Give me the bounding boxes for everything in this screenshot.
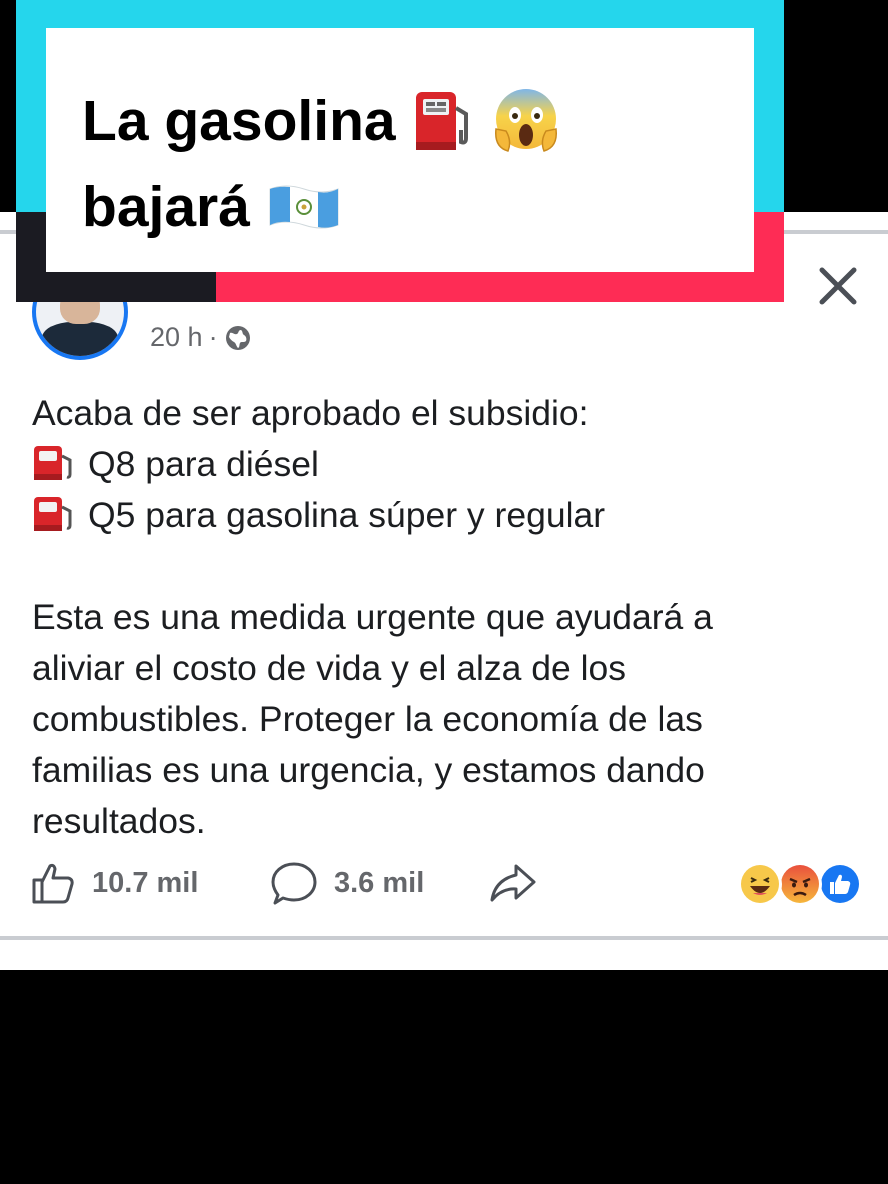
headline-text-2: bajará (82, 175, 250, 239)
next-post-sliver (0, 952, 888, 970)
paragraph-line: Esta es una medida urgente que ayudará a (32, 597, 713, 637)
close-icon[interactable] (814, 262, 862, 310)
meta-separator: · (208, 322, 218, 352)
like-count: 10.7 mil (92, 866, 199, 899)
globe-icon (225, 325, 250, 350)
headline-text-1: La gasolina (82, 89, 396, 153)
post-intro: Acaba de ser aprobado el subsidio: (32, 393, 589, 433)
fuel-pump-icon (34, 446, 72, 480)
headline-box: La gasolina bajará (46, 28, 754, 272)
reactions-summary[interactable] (738, 862, 862, 906)
like-button[interactable]: 10.7 mil (30, 860, 198, 906)
fuel-pump-icon (34, 497, 72, 531)
card-divider-bottom (0, 936, 888, 940)
headline-line-1: La gasolina (82, 78, 742, 164)
headline-line-2: bajará (82, 164, 742, 250)
subsidy-item-text: Q5 para gasolina súper y regular (88, 495, 606, 535)
share-arrow-icon (490, 864, 536, 902)
comment-count: 3.6 mil (334, 866, 425, 899)
headline: La gasolina bajará (82, 78, 742, 250)
post-timestamp[interactable]: 20 h (150, 322, 203, 353)
post-actions-bar: 10.7 mil 3.6 mil (30, 860, 862, 910)
guatemala-flag-icon (269, 185, 339, 229)
haha-icon (738, 862, 782, 906)
thumbs-up-icon (32, 863, 74, 904)
paragraph-line: aliviar el costo de vida y el alza de lo… (32, 648, 626, 688)
comment-bubble-icon (271, 862, 317, 905)
paragraph-line: combustibles. Proteger la economía de la… (32, 699, 703, 739)
screaming-face-icon (494, 89, 557, 152)
post-meta: 20 h · (150, 322, 252, 353)
paragraph-line: familias es una urgencia, y estamos dand… (32, 750, 705, 790)
paragraph-line: resultados. (32, 801, 206, 841)
subsidy-item-text: Q8 para diésel (88, 444, 319, 484)
share-button[interactable] (488, 860, 538, 906)
facebook-post-card: ​ 20 h · Acaba de ser aprobado el subsid… (0, 212, 888, 970)
post-body: Acaba de ser aprobado el subsidio: Q8 pa… (32, 388, 862, 847)
subsidy-item: Q8 para diésel (32, 439, 862, 490)
screen: ​ 20 h · Acaba de ser aprobado el subsid… (0, 0, 888, 1184)
comment-button[interactable]: 3.6 mil (270, 860, 424, 906)
angry-icon (778, 862, 822, 906)
subsidy-item: Q5 para gasolina súper y regular (32, 490, 862, 541)
fuel-pump-icon (415, 92, 468, 150)
like-icon (818, 862, 862, 906)
